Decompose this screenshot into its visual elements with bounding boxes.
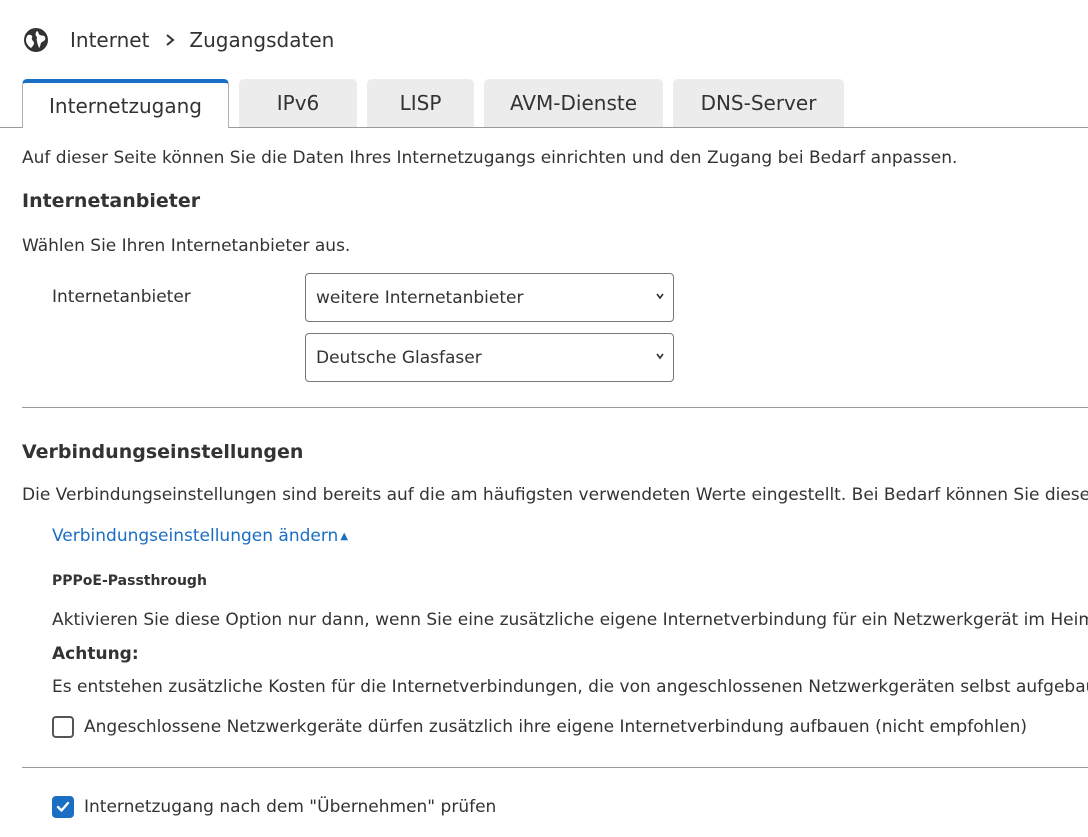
provider-detail-select-value: Deutsche Glasfaser xyxy=(316,347,482,368)
tab-label: LISP xyxy=(399,91,442,115)
warning-label: Achtung: xyxy=(52,644,139,664)
breadcrumb-item-zugangsdaten: Zugangsdaten xyxy=(189,28,335,52)
passthrough-checkbox-row: Angeschlossene Netzwerkgeräte dürfen zus… xyxy=(52,716,1027,738)
caret-up-icon: ▲ xyxy=(340,531,349,542)
divider xyxy=(22,767,1088,768)
passthrough-checkbox[interactable] xyxy=(52,716,74,738)
provider-select[interactable]: weitere Internetanbieter xyxy=(305,273,674,322)
divider xyxy=(22,407,1088,408)
warning-text: Es entstehen zusätzliche Kosten für die … xyxy=(52,677,1088,697)
tab-ipv6[interactable]: IPv6 xyxy=(239,79,357,127)
page: Internet Zugangsdaten Internetzugang IPv… xyxy=(0,0,1088,837)
verify-checkbox-row: Internetzugang nach dem "Übernehmen" prü… xyxy=(52,796,496,818)
passthrough-checkbox-label[interactable]: Angeschlossene Netzwerkgeräte dürfen zus… xyxy=(84,717,1027,737)
pppoe-description: Aktivieren Sie diese Option nur dann, we… xyxy=(52,610,1088,630)
provider-select-value: weitere Internetanbieter xyxy=(316,287,524,308)
tab-dns-server[interactable]: DNS-Server xyxy=(673,79,844,127)
tab-label: DNS-Server xyxy=(700,91,817,115)
chevron-down-icon xyxy=(656,293,664,300)
checkmark-icon xyxy=(56,801,70,812)
tab-label: Internetzugang xyxy=(49,93,202,118)
globe-icon xyxy=(24,28,48,52)
pppoe-title: PPPoE-Passthrough xyxy=(52,573,207,589)
tab-bar: Internetzugang IPv6 LISP AVM-Dienste DNS… xyxy=(22,79,1088,128)
breadcrumb: Internet Zugangsdaten xyxy=(22,22,334,58)
chevron-down-icon xyxy=(656,353,664,360)
tab-internetzugang[interactable]: Internetzugang xyxy=(22,79,229,128)
tab-lisp[interactable]: LISP xyxy=(367,79,474,127)
provider-field-label: Internetanbieter xyxy=(52,287,191,307)
tab-avm-dienste[interactable]: AVM-Dienste xyxy=(484,79,663,127)
verify-checkbox-label[interactable]: Internetzugang nach dem "Übernehmen" prü… xyxy=(84,797,496,817)
provider-section-title: Internetanbieter xyxy=(22,190,201,212)
intro-text: Auf dieser Seite können Sie die Daten Ih… xyxy=(22,148,958,168)
tab-label: AVM-Dienste xyxy=(509,91,638,115)
chevron-right-icon xyxy=(166,34,175,46)
toggle-link-label: Verbindungseinstellungen ändern xyxy=(52,526,339,546)
verify-checkbox[interactable] xyxy=(52,796,74,818)
tab-label: IPv6 xyxy=(276,91,320,115)
connection-section-title: Verbindungseinstellungen xyxy=(22,441,304,463)
provider-description: Wählen Sie Ihren Internetanbieter aus. xyxy=(22,236,351,256)
connection-description: Die Verbindungseinstellungen sind bereit… xyxy=(22,485,1088,505)
provider-detail-select[interactable]: Deutsche Glasfaser xyxy=(305,333,674,382)
connection-settings-toggle-link[interactable]: Verbindungseinstellungen ändern ▲ xyxy=(52,526,348,546)
breadcrumb-item-internet[interactable]: Internet xyxy=(70,28,149,52)
